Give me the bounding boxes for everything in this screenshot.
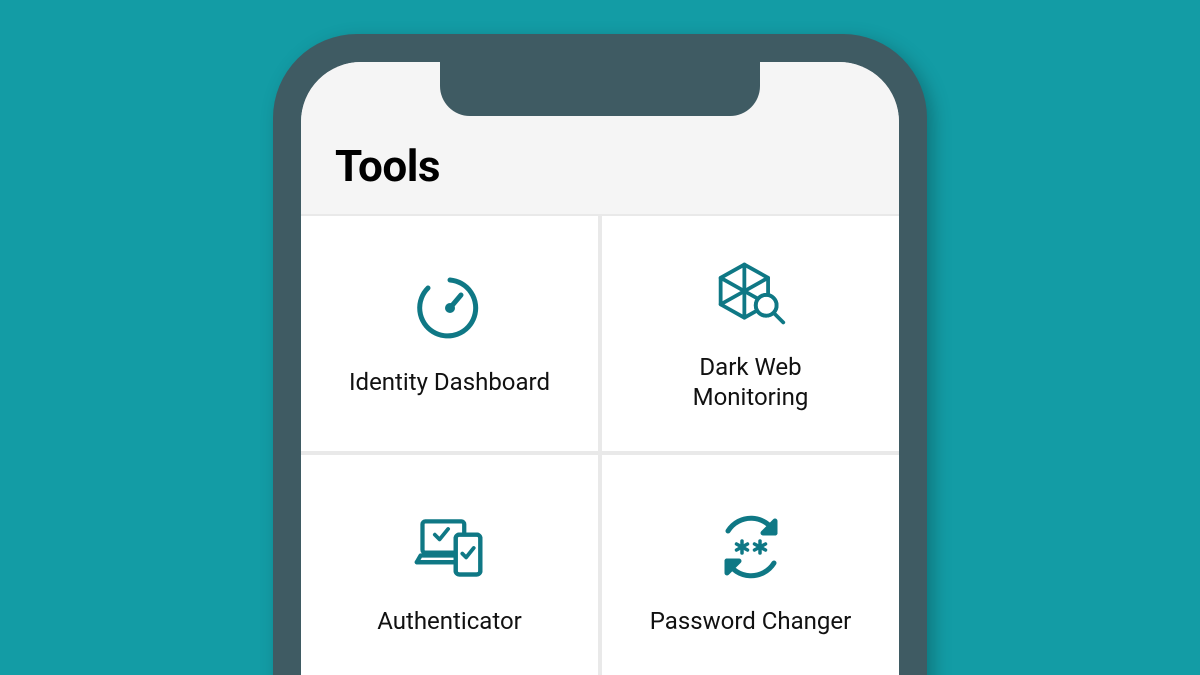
page-title: Tools — [335, 140, 865, 192]
phone-screen: Tools Identity Dashboard — [301, 62, 899, 675]
refresh-asterisks-icon — [714, 510, 788, 584]
phone-frame: Tools Identity Dashboard — [273, 34, 927, 675]
gauge-icon — [413, 271, 487, 345]
tile-authenticator[interactable]: Authenticator — [301, 455, 598, 675]
devices-check-icon — [413, 510, 487, 584]
backdrop: Tools Identity Dashboard — [0, 0, 1200, 675]
tile-label: Authenticator — [377, 606, 522, 636]
tile-identity-dashboard[interactable]: Identity Dashboard — [301, 216, 598, 451]
tile-password-changer[interactable]: Password Changer — [602, 455, 899, 675]
tile-label: Dark WebMonitoring — [693, 352, 809, 412]
cube-search-icon — [714, 256, 788, 330]
phone-notch — [440, 62, 760, 116]
tools-grid: Identity Dashboard — [301, 214, 899, 675]
tile-label: Identity Dashboard — [349, 367, 550, 397]
tile-dark-web-monitoring[interactable]: Dark WebMonitoring — [602, 216, 899, 451]
tile-label: Password Changer — [650, 606, 851, 636]
